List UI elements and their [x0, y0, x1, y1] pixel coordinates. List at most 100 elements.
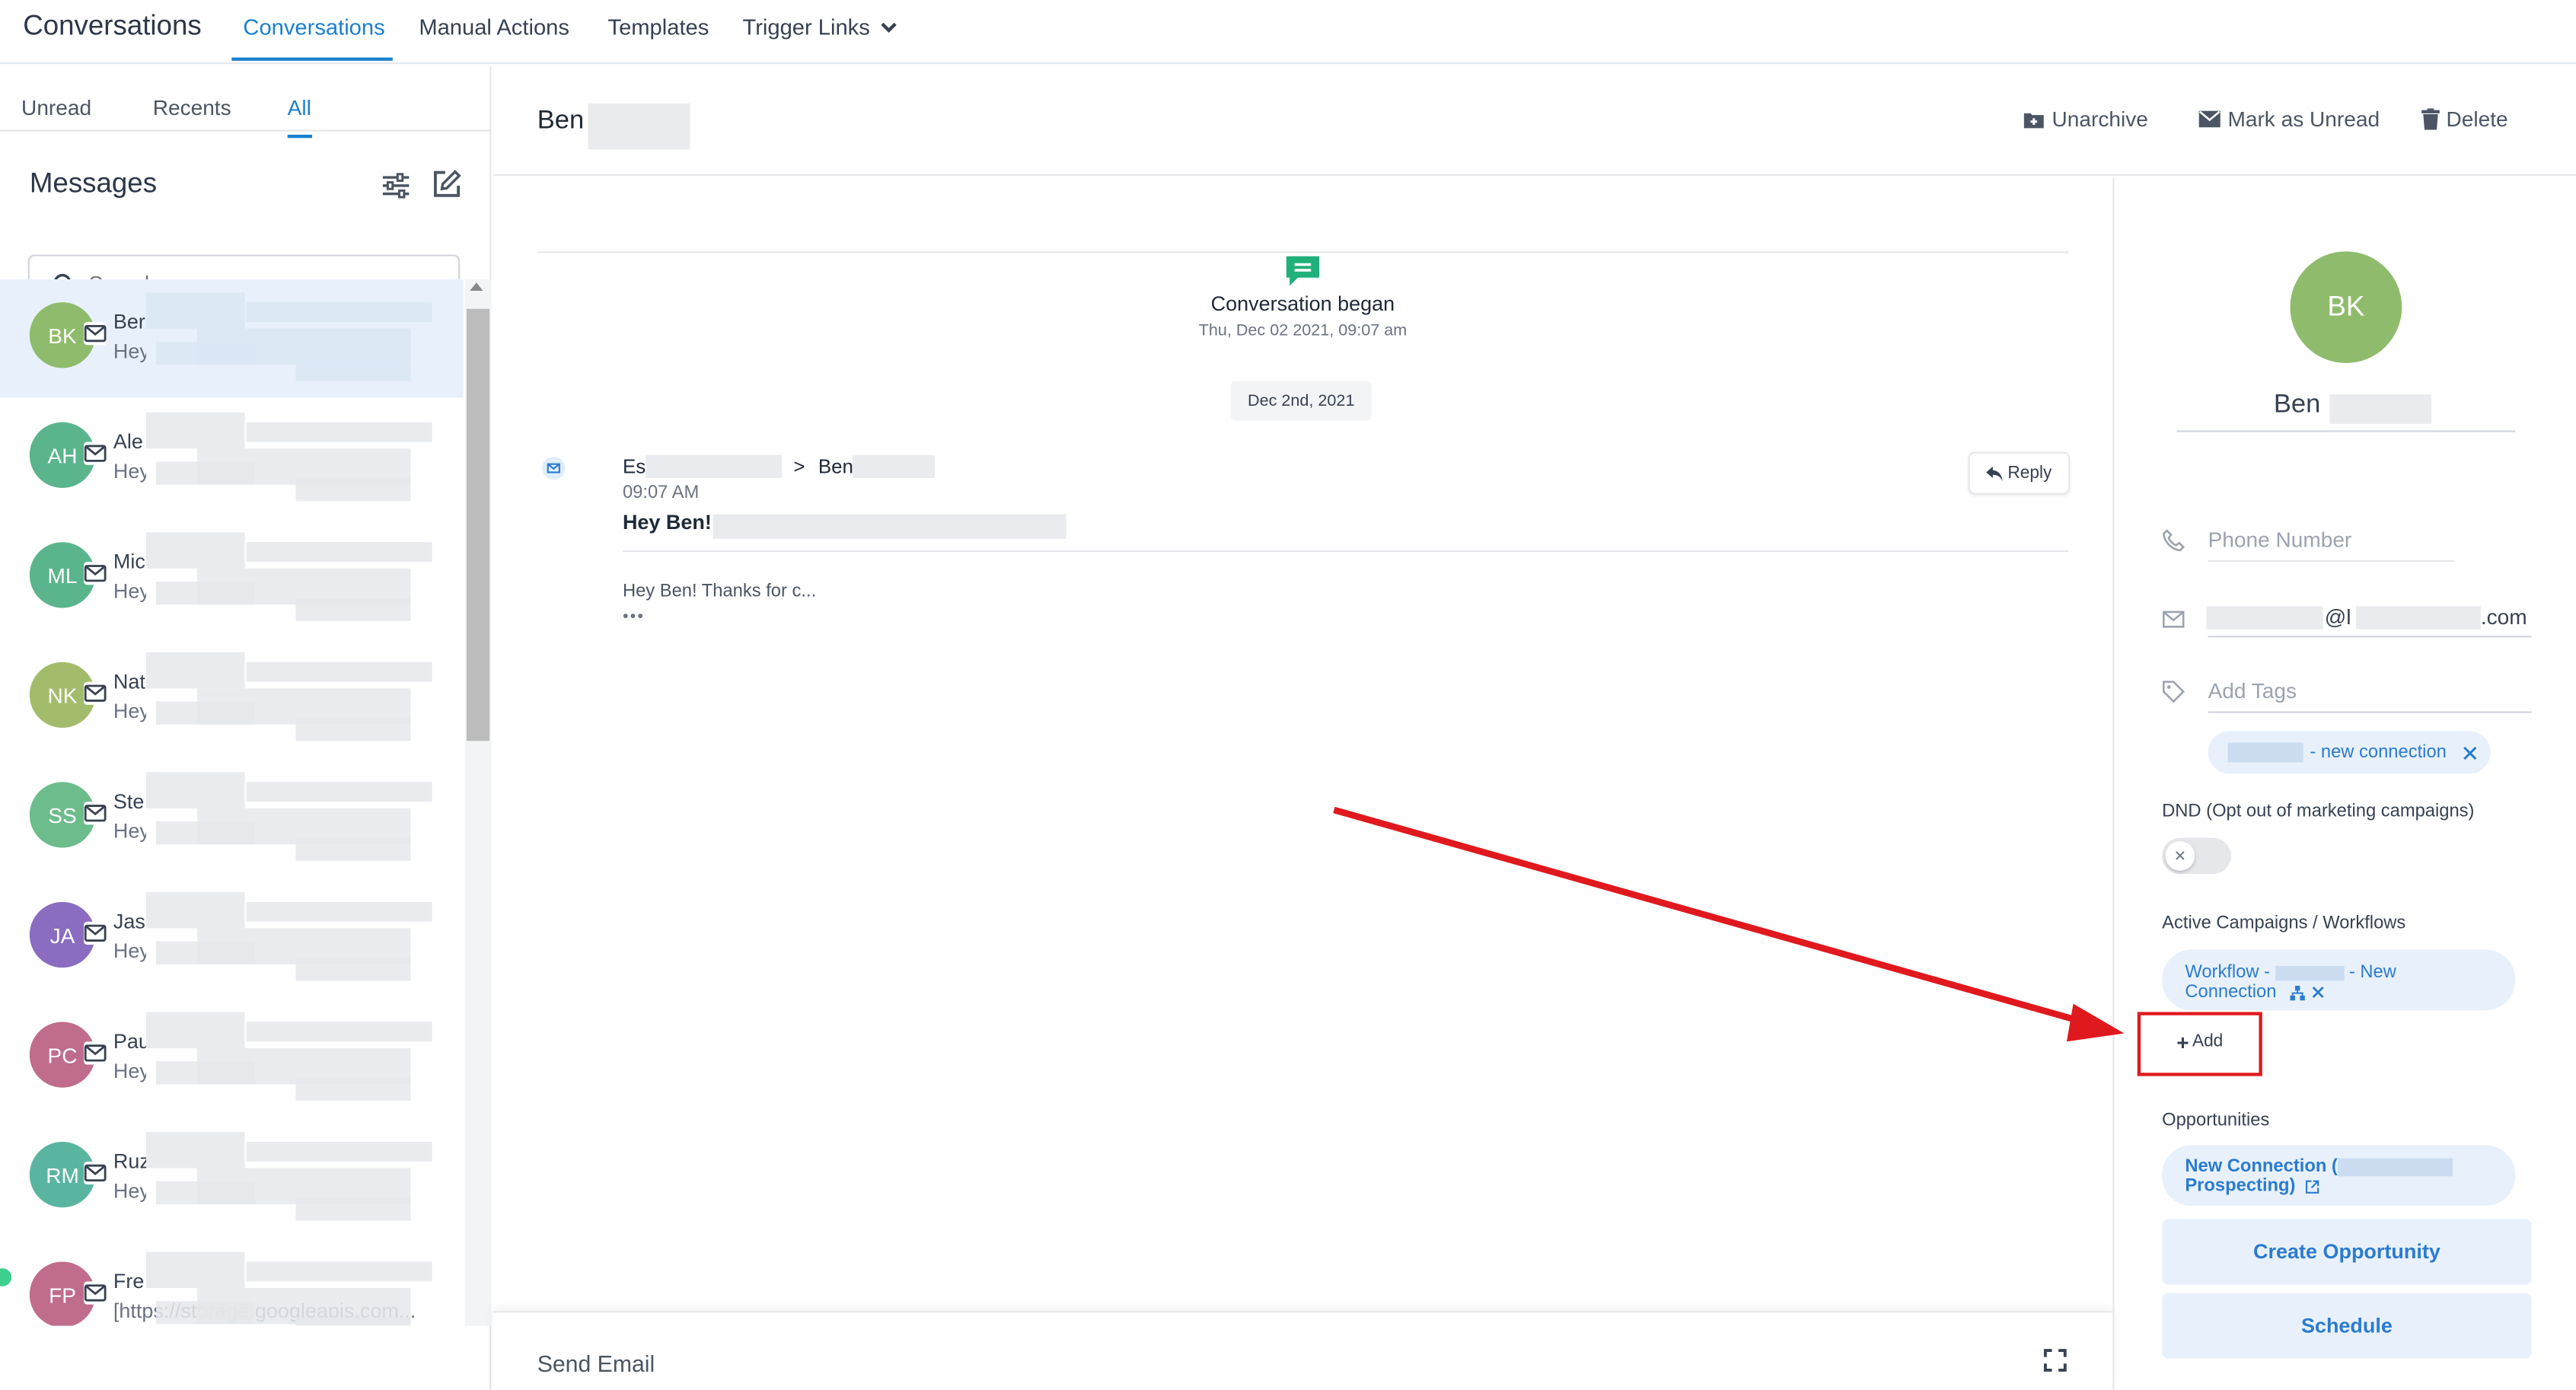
workflow-chip[interactable]: Workflow - - New Connection [2162, 949, 2516, 1011]
conversation-list: BKBerHeyAHAleHeyMLMicHeyNKNatHeySSSteHey… [0, 279, 464, 1326]
redacted-block [156, 941, 255, 964]
workflow-line-2: Connection [2185, 982, 2492, 1003]
nav-tab-templates[interactable]: Templates [608, 14, 709, 39]
conversation-preview: Hey [113, 1179, 146, 1203]
delete-button[interactable]: Delete [2421, 107, 2508, 132]
filter-tab-recents[interactable]: Recents [153, 95, 231, 120]
archive-icon [2023, 112, 2044, 128]
workflow-suffix: - New [2348, 962, 2396, 983]
phone-icon [2162, 529, 2185, 552]
redacted-block [853, 454, 936, 479]
conversation-contact-name: Ber [113, 310, 145, 334]
redacted-block [146, 532, 245, 569]
redacted-block [156, 701, 255, 725]
dnd-toggle[interactable]: ✕ [2162, 837, 2231, 875]
external-link-icon[interactable] [2305, 1178, 2319, 1193]
message-arrow: > [793, 454, 805, 479]
scroll-up-arrow-icon[interactable] [470, 282, 483, 291]
phone-number-field[interactable]: Phone Number [2208, 528, 2455, 563]
workflow-line-1: Workflow - - New [2185, 963, 2492, 983]
conversation-contact-name: Mic [113, 550, 145, 574]
schedule-button[interactable]: Schedule [2162, 1293, 2532, 1359]
redacted-block [156, 821, 255, 845]
workflow-prefix: Workflow - [2185, 962, 2271, 983]
conversation-list-item[interactable]: RMRuzHey [0, 1119, 464, 1237]
unarchive-button[interactable]: Unarchive [2023, 107, 2148, 132]
close-icon[interactable] [2463, 745, 2477, 760]
redacted-block [2227, 742, 2303, 763]
redacted-block [246, 1141, 432, 1162]
scrollbar-thumb[interactable] [466, 308, 490, 741]
nav-tab-manual-actions[interactable]: Manual Actions [419, 14, 569, 39]
redacted-block [2355, 606, 2481, 630]
opportunity-line-2: Prospecting) [2185, 1176, 2492, 1196]
redacted-block [156, 1181, 255, 1204]
redacted-block [246, 782, 432, 802]
hierarchy-icon [2289, 984, 2305, 1000]
conversation-list-item[interactable]: AHAleHey [0, 399, 464, 517]
conversation-list-item[interactable]: SSSteHey [0, 759, 464, 877]
close-icon[interactable] [2311, 986, 2324, 999]
tag-label: - new connection [2310, 742, 2447, 763]
redacted-block [146, 412, 245, 449]
contact-details-panel: BK Ben Phone Number @l .com x Add Tags -… [2112, 177, 2576, 1390]
tag-icon [2163, 681, 2185, 703]
conversation-list-item[interactable]: MLMicHey [0, 519, 464, 637]
redacted-block [246, 302, 432, 322]
nav-tab-trigger-links[interactable]: Trigger Links [742, 14, 896, 40]
opportunity-line-1: New Connection ( [2185, 1156, 2492, 1176]
email-field[interactable]: @l .com x [2206, 604, 2532, 638]
email-message-icon [542, 456, 566, 480]
contact-name[interactable]: Ben [2274, 391, 2320, 421]
opportunity-chip[interactable]: New Connection ( Prospecting) [2162, 1145, 2516, 1207]
active-tab-indicator [231, 57, 393, 61]
message-body-preview: Hey Ben! Thanks for c... [622, 581, 817, 601]
conversation-list-item[interactable]: NKNatHey [0, 639, 464, 757]
add-tags-field[interactable]: Add Tags [2208, 678, 2532, 713]
conversation-list-item[interactable]: BKBerHey [0, 279, 464, 398]
conversation-contact-name: Nat [113, 670, 145, 693]
divider [2176, 430, 2516, 432]
conversation-preview: Hey [113, 340, 146, 363]
redacted-block [246, 1261, 432, 1282]
conversation-header: Ben Unarchive Mark as Unread Delete [493, 65, 2576, 176]
message-time: 09:07 AM [622, 483, 700, 503]
reply-icon [1986, 465, 2003, 481]
envelope-icon [84, 1041, 107, 1065]
redacted-block [146, 772, 245, 808]
conversation-list-item[interactable]: FPFre[https://storage.googleapis.com... [0, 1239, 464, 1326]
tag-chip: - new connection [2208, 731, 2491, 774]
envelope-icon [84, 1281, 107, 1305]
create-opportunity-button[interactable]: Create Opportunity [2162, 1219, 2532, 1285]
conversation-contact-name: Pau [113, 1030, 146, 1054]
filter-tab-unread[interactable]: Unread [21, 95, 91, 120]
conversation-preview: Hey [113, 460, 146, 483]
filter-sliders-icon[interactable] [381, 173, 411, 199]
conversation-preview: Hey [113, 1060, 146, 1083]
reply-label: Reply [2007, 463, 2052, 483]
redacted-block [295, 478, 411, 502]
nav-tab-conversations[interactable]: Conversations [243, 14, 384, 39]
workflow-name-end: Connection [2185, 982, 2277, 1003]
conversation-began-date: Thu, Dec 02 2021, 09:07 am [1198, 321, 1408, 340]
redacted-block [295, 358, 411, 381]
redacted-block [156, 341, 255, 365]
conversation-list-item[interactable]: PCPauHey [0, 999, 464, 1117]
envelope-icon [2198, 110, 2221, 128]
composer-bar[interactable]: Send Email [493, 1311, 2113, 1390]
redacted-block [146, 1131, 245, 1168]
message-recipient: Ben [818, 454, 853, 479]
conversation-list-item[interactable]: JAJasHey [0, 879, 464, 997]
unarchive-label: Unarchive [2052, 107, 2148, 132]
envelope-icon [84, 562, 107, 585]
expand-icon[interactable] [2043, 1349, 2067, 1372]
chat-bubble-icon [1286, 256, 1320, 286]
reply-button[interactable]: Reply [1968, 451, 2071, 495]
filter-tab-all[interactable]: All [288, 95, 311, 120]
conversation-preview: Hey [113, 579, 146, 604]
compose-icon[interactable] [432, 169, 462, 199]
expand-message-dots[interactable]: ••• [623, 608, 645, 626]
mark-as-unread-button[interactable]: Mark as Unread [2198, 107, 2380, 132]
email-domain-end: .com [2480, 604, 2527, 630]
conversation-thread: Conversation began Thu, Dec 02 2021, 09:… [493, 177, 2112, 1311]
